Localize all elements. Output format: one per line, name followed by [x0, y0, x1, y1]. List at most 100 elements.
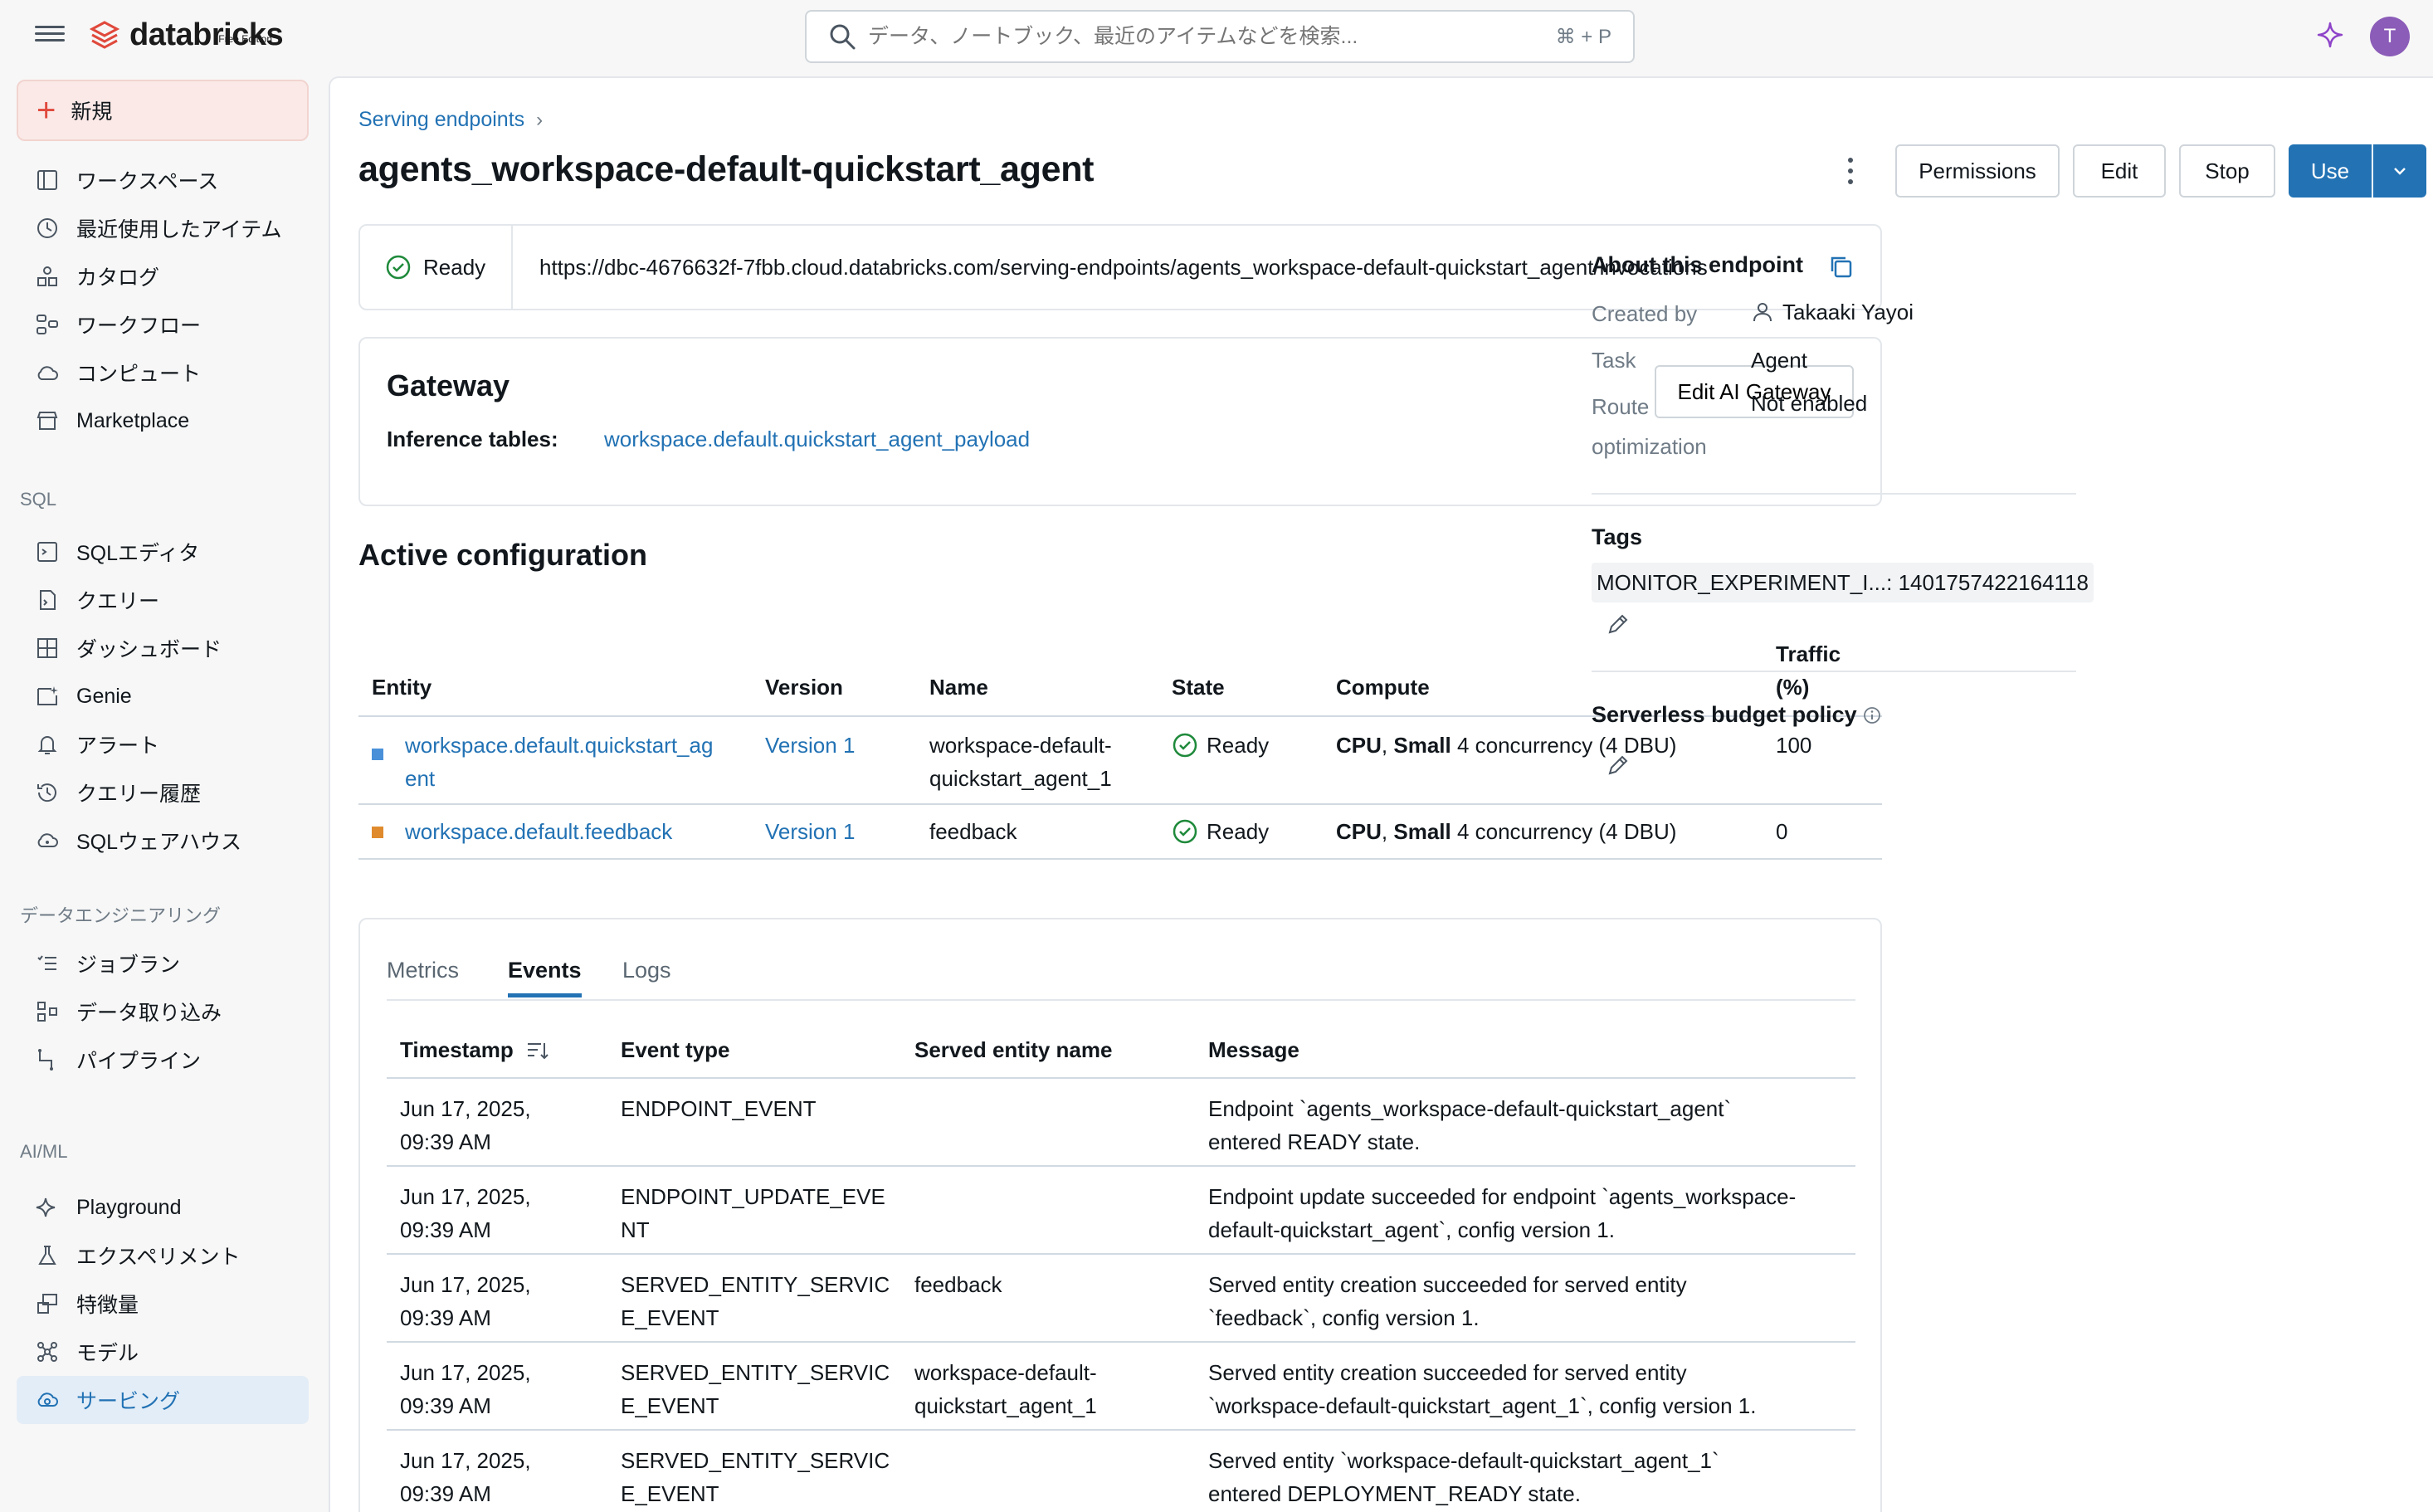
traffic-cell: 0 [1776, 819, 1788, 844]
gateway-card: Gateway Inference tables: workspace.defa… [358, 337, 1882, 506]
column-header-served-entity: Served entity name [914, 1037, 1113, 1062]
tags-title: Tags [1592, 524, 1643, 549]
sidebar-item-serving[interactable]: サービング [17, 1376, 309, 1424]
route-optimization-value: Not enabled [1751, 391, 1868, 416]
store-icon [37, 412, 58, 430]
tab-bar: Metrics Events Logs [387, 919, 1855, 1001]
breadcrumb-serving-endpoints[interactable]: Serving endpoints [358, 108, 524, 132]
edit-tags-pencil-icon[interactable] [1605, 611, 1631, 637]
new-button[interactable]: + 新規 [17, 80, 309, 141]
history-icon [37, 783, 56, 802]
edit-button[interactable]: Edit [2073, 144, 2166, 198]
sidebar-item-job-runs[interactable]: ジョブラン [17, 939, 309, 988]
column-header-timestamp[interactable]: Timestamp [400, 1037, 550, 1063]
entity-link-line2[interactable]: ent [405, 766, 435, 791]
inference-table-link[interactable]: workspace.default.quickstart_agent_paylo… [604, 427, 1030, 452]
timestamp-date: Jun 17, 2025, [400, 1448, 531, 1473]
plus-icon: + [37, 92, 56, 129]
sidebar-item-workspace[interactable]: ワークスペース [17, 156, 309, 204]
sidebar-item-pipelines[interactable]: パイプライン [17, 1036, 309, 1084]
timestamp-time: 09:39 AM [400, 1393, 491, 1418]
sort-descending-icon[interactable] [525, 1038, 550, 1063]
message-line1: Served entity `workspace-default-quickst… [1208, 1448, 1719, 1473]
sidebar-item-models[interactable]: モデル [17, 1328, 309, 1376]
name-cell: workspace-default- quickstart_agent_1 [929, 729, 1112, 795]
tag-chip[interactable]: MONITOR_EXPERIMENT_I...: 140175742216411… [1592, 563, 2094, 602]
sidebar-item-queries[interactable]: クエリー [17, 576, 309, 624]
sidebar-item-sql-editor[interactable]: SQLエディタ [17, 528, 309, 576]
copy-icon[interactable] [1827, 253, 1855, 281]
version-link[interactable]: Version 1 [765, 815, 855, 848]
search-bar[interactable]: ⌘ + P [805, 10, 1635, 63]
use-dropdown-button[interactable] [2373, 144, 2426, 198]
menu-icon[interactable] [35, 22, 65, 51]
table-row: Jun 17, 2025, 09:39 AM ENDPOINT_UPDATE_EV… [387, 1167, 1855, 1255]
permissions-button[interactable]: Permissions [1895, 144, 2060, 198]
stop-button[interactable]: Stop [2179, 144, 2275, 198]
sidebar-item-dashboards[interactable]: ダッシュボード [17, 624, 309, 672]
message-line2: entered READY state. [1208, 1129, 1421, 1154]
event-type-cell: ENDPOINT_EVENT [621, 1092, 817, 1125]
use-button[interactable]: Use [2289, 144, 2372, 198]
check-circle-icon [1173, 819, 1197, 844]
message-cell: Served entity creation succeeded for ser… [1208, 1268, 1687, 1334]
timestamp-time: 09:39 AM [400, 1217, 491, 1242]
user-avatar[interactable]: T [2370, 17, 2410, 56]
edit-budget-policy-pencil-icon[interactable] [1605, 752, 1631, 778]
sidebar-item-query-history[interactable]: クエリー履歴 [17, 768, 309, 817]
sidebar-item-label: クエリー [76, 590, 160, 613]
column-header-message: Message [1208, 1037, 1299, 1062]
sidebar-item-playground[interactable]: Playground [17, 1183, 309, 1232]
sidebar-item-label: クエリー履歴 [76, 783, 202, 806]
timestamp-cell: Jun 17, 2025, 09:39 AM [400, 1444, 531, 1510]
sidebar-item-genie[interactable]: Genie [17, 672, 309, 720]
sidebar-nav-data-engineering: ジョブラン データ取り込み パイプライン [17, 939, 309, 1084]
sidebar-section-ai-ml: AI/ML [20, 1141, 68, 1162]
tab-logs[interactable]: Logs [622, 958, 671, 993]
compute-detail: 4 concurrency (4 DBU) [1451, 819, 1677, 844]
search-input[interactable] [868, 24, 1556, 49]
serverless-budget-policy-label: Serverless budget policy [1592, 702, 1857, 727]
sidebar-item-compute[interactable]: コンピュート [17, 349, 309, 397]
new-label: 新規 [71, 100, 113, 124]
sidebar-item-features[interactable]: 特徴量 [17, 1280, 309, 1328]
more-options-icon[interactable] [1841, 154, 1860, 188]
column-header-name: Name [929, 675, 988, 700]
timestamp-date: Jun 17, 2025, [400, 1360, 531, 1385]
sidebar-item-label: 最近使用したアイテム [76, 218, 282, 241]
info-icon[interactable] [1862, 705, 1882, 725]
entity-link-line1[interactable]: workspace.default.feedback [405, 819, 672, 844]
message-cell: Endpoint update succeeded for endpoint `… [1208, 1180, 1796, 1246]
sidebar-item-data-ingestion[interactable]: データ取り込み [17, 988, 309, 1036]
column-header-timestamp-label: Timestamp [400, 1037, 514, 1062]
sidebar-item-recents[interactable]: 最近使用したアイテム [17, 204, 309, 252]
sidebar-item-experiments[interactable]: エクスペリメント [17, 1232, 309, 1280]
served-entity-line1: workspace-default- [914, 1360, 1097, 1385]
route-optimization-label-line1: Route [1592, 394, 1650, 419]
event-type-line2: E_EVENT [621, 1481, 719, 1506]
tab-metrics[interactable]: Metrics [387, 958, 459, 993]
event-type-line1: ENDPOINT_UPDATE_EVE [621, 1184, 885, 1209]
compute-sep: , [1381, 819, 1394, 844]
served-entity-line1: feedback [914, 1272, 1002, 1297]
main-panel: Serving endpoints › agents_workspace-def… [329, 76, 2433, 1512]
table-header: Timestamp Event type Served entity name … [387, 1027, 1855, 1079]
compute-size: Small [1393, 733, 1451, 758]
sidebar-item-alerts[interactable]: アラート [17, 720, 309, 768]
name-line1: workspace-default- [929, 733, 1112, 758]
tab-events[interactable]: Events [508, 958, 582, 997]
message-line1: Served entity creation succeeded for ser… [1208, 1272, 1687, 1297]
entity-link-line1[interactable]: workspace.default.quickstart_ag [405, 733, 713, 758]
message-line1: Endpoint update succeeded for endpoint `… [1208, 1184, 1797, 1209]
sidebar-item-sql-warehouses[interactable]: SQLウェアハウス [17, 817, 309, 865]
event-type-line2: E_EVENT [621, 1393, 719, 1418]
message-line1: Served entity creation succeeded for ser… [1208, 1360, 1687, 1385]
sidebar-item-marketplace[interactable]: Marketplace [17, 397, 309, 445]
sidebar-item-label: Playground [76, 1195, 182, 1219]
compute-cell: CPU, Small 4 concurrency (4 DBU) [1336, 815, 1676, 848]
sidebar-item-catalog[interactable]: カタログ [17, 252, 309, 300]
version-link[interactable]: Version 1 [765, 729, 855, 762]
sidebar-item-workflows[interactable]: ワークフロー [17, 300, 309, 349]
assistant-sparkle-icon[interactable] [2315, 20, 2345, 50]
message-cell: Served entity creation succeeded for ser… [1208, 1356, 1756, 1422]
